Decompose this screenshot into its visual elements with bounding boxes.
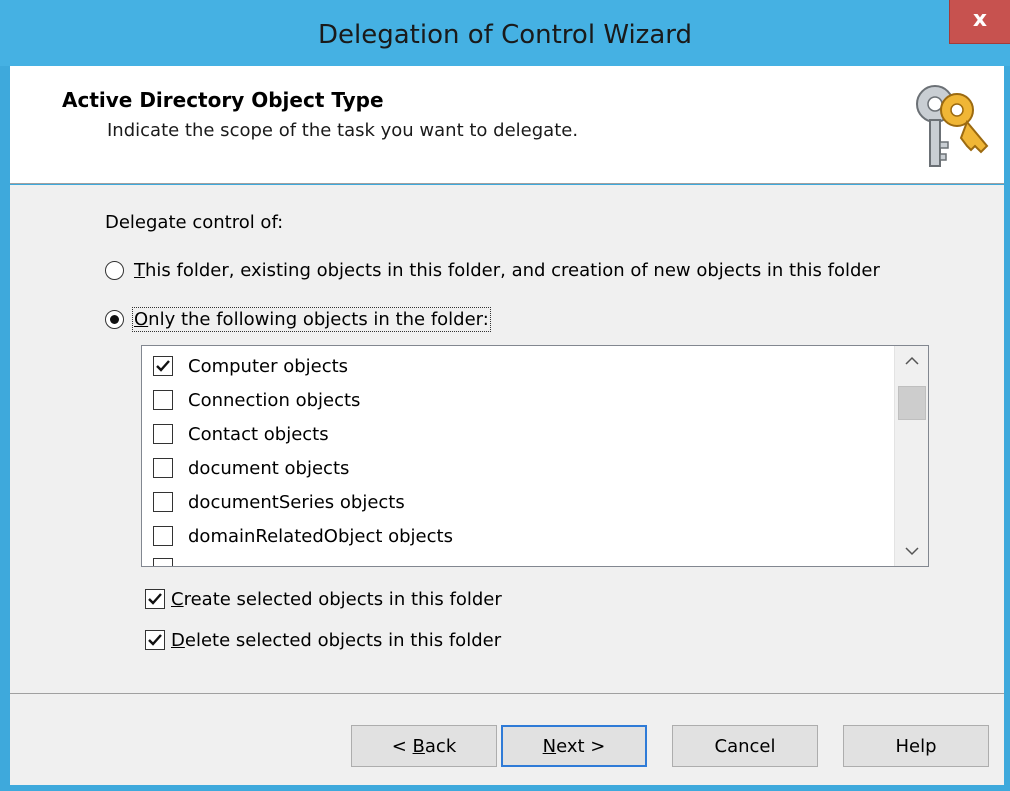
list-item-label: documentSeries objects [188,491,405,513]
radio-only-following-label: Only the following objects in the folder… [132,306,491,332]
radio-this-folder-label: This folder, existing objects in this fo… [134,259,880,281]
checkbox[interactable] [153,458,173,478]
back-button[interactable]: < Back [351,725,497,767]
checkmark-icon [148,593,162,605]
checkbox [153,558,173,566]
create-objects-label: Create selected objects in this folder [171,588,502,610]
back-label: ack [424,735,457,757]
scroll-down-button[interactable] [895,536,928,566]
title-bar: Delegation of Control Wizard x [0,0,1010,66]
list-item[interactable]: Contact objects [153,420,329,448]
window-title: Delegation of Control Wizard [318,20,692,50]
checkbox[interactable] [153,424,173,444]
delete-objects-label: Delete selected objects in this folder [171,629,502,651]
list-item[interactable]: documentSeries objects [153,488,405,516]
create-objects-option[interactable]: Create selected objects in this folder [145,586,502,612]
close-icon: x [972,7,988,32]
checkbox-checked[interactable] [145,630,165,650]
page-subtitle: Indicate the scope of the task you want … [107,120,579,141]
cancel-label: Cancel [714,735,776,757]
next-mnemonic: N [542,735,557,757]
back-arrow: < [391,735,413,757]
wizard-window: Delegation of Control Wizard x Active Di… [0,0,1010,791]
chevron-down-icon [905,547,919,556]
list-item-label: Computer objects [188,355,349,377]
keys-icon [916,85,989,167]
chevron-up-icon [905,356,919,365]
list-item[interactable]: Connection objects [153,386,360,414]
radio-button-selected[interactable] [105,309,124,329]
close-button[interactable]: x [949,0,1010,44]
delegate-label: Delegate control of: [105,212,284,233]
checkbox[interactable] [153,526,173,546]
wizard-footer: < Back Next > Cancel Help [10,693,1004,785]
list-item-partial [153,554,188,566]
list-item[interactable]: Computer objects [153,352,348,380]
object-type-list[interactable]: Computer objects Connection objects Cont… [141,345,929,567]
delete-objects-option[interactable]: Delete selected objects in this folder [145,627,501,653]
scroll-thumb[interactable] [898,386,926,420]
wizard-content: Delegate control of: This folder, existi… [10,185,1004,693]
help-label: Help [895,735,937,757]
list-item[interactable]: document objects [153,454,349,482]
checkbox-checked[interactable] [145,589,165,609]
list-item-label: Contact objects [188,423,329,445]
radio-button[interactable] [105,260,124,280]
checkbox[interactable] [153,390,173,410]
cancel-button[interactable]: Cancel [672,725,818,767]
list-scrollbar[interactable] [894,346,928,566]
next-button[interactable]: Next > [501,725,647,767]
page-title: Active Directory Object Type [62,88,384,112]
checkmark-icon [148,634,162,646]
list-item-label: Connection objects [188,389,361,411]
scroll-up-button[interactable] [895,346,928,376]
radio-only-following[interactable]: Only the following objects in the folder… [105,306,491,332]
checkmark-icon [156,360,170,372]
checkbox[interactable] [153,492,173,512]
radio-this-folder[interactable]: This folder, existing objects in this fo… [105,257,880,283]
next-label: ext > [556,735,606,757]
checkbox-checked[interactable] [153,356,173,376]
list-item-label: document objects [188,457,350,479]
list-item-label: domainRelatedObject objects [188,525,453,547]
help-button[interactable]: Help [843,725,989,767]
back-mnemonic: B [412,735,425,757]
wizard-header: Active Directory Object Type Indicate th… [10,66,1004,184]
list-item[interactable]: domainRelatedObject objects [153,522,453,550]
